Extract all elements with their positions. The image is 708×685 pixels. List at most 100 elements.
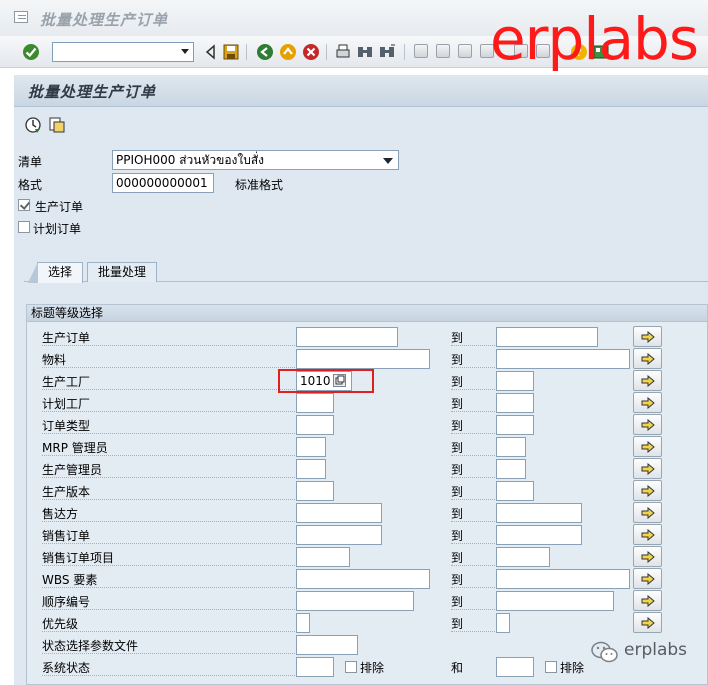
from-input[interactable] bbox=[296, 459, 326, 479]
to-label: 到 bbox=[451, 375, 464, 389]
multiple-selection-button[interactable] bbox=[633, 502, 662, 523]
planned-order-checkbox[interactable] bbox=[18, 221, 30, 233]
multiple-selection-button[interactable] bbox=[633, 612, 662, 633]
to-input[interactable] bbox=[496, 437, 526, 457]
to-input[interactable] bbox=[496, 591, 614, 611]
system-status-input-2[interactable] bbox=[496, 657, 534, 677]
from-input[interactable] bbox=[296, 525, 382, 545]
exclude-checkbox-2[interactable] bbox=[545, 661, 557, 673]
row-underline bbox=[42, 455, 295, 456]
multiple-selection-button[interactable] bbox=[633, 436, 662, 457]
command-field[interactable] bbox=[52, 42, 194, 62]
row-label: 计划工厂 bbox=[42, 397, 91, 411]
wechat-icon bbox=[591, 641, 618, 663]
multiple-selection-button[interactable] bbox=[633, 546, 662, 567]
layout-description: 标准格式 bbox=[235, 178, 284, 192]
multiple-selection-button[interactable] bbox=[633, 392, 662, 413]
row-underline bbox=[42, 609, 295, 610]
to-input[interactable] bbox=[496, 503, 582, 523]
to-input[interactable] bbox=[496, 525, 582, 545]
row-label: 销售订单 bbox=[42, 529, 91, 543]
row-wbs-element: WBS 要素 到 bbox=[27, 568, 707, 590]
to-input[interactable] bbox=[496, 371, 534, 391]
tab-mass-processing[interactable]: 批量处理 bbox=[87, 262, 158, 282]
multiple-selection-button[interactable] bbox=[633, 480, 662, 501]
save-icon[interactable] bbox=[222, 43, 240, 61]
exclude-checkbox[interactable] bbox=[345, 661, 357, 673]
to-input[interactable] bbox=[496, 415, 534, 435]
row-underline bbox=[42, 477, 295, 478]
to-input[interactable] bbox=[496, 349, 630, 369]
from-input[interactable] bbox=[296, 437, 326, 457]
status-profile-input[interactable] bbox=[296, 635, 358, 655]
next-page-icon[interactable] bbox=[458, 44, 472, 58]
group-title: 标题等级选择 bbox=[27, 305, 707, 322]
from-input[interactable] bbox=[296, 415, 334, 435]
from-input[interactable] bbox=[296, 349, 430, 369]
production-order-checkbox-label: 生产订单 bbox=[35, 200, 84, 214]
multiple-selection-button[interactable] bbox=[633, 370, 662, 391]
green-back-icon[interactable] bbox=[256, 43, 274, 61]
prev-page-icon[interactable] bbox=[436, 44, 450, 58]
multiple-selection-button[interactable] bbox=[633, 568, 662, 589]
row-underline bbox=[42, 653, 295, 654]
find-icon[interactable] bbox=[356, 43, 374, 61]
enter-icon[interactable] bbox=[22, 43, 40, 61]
execute-icon[interactable] bbox=[24, 116, 42, 134]
from-input[interactable] bbox=[296, 613, 310, 633]
wechat-watermark-text: erplabs bbox=[624, 640, 688, 660]
layout-input[interactable]: 000000000001 bbox=[112, 173, 214, 193]
find-next-icon[interactable] bbox=[378, 43, 396, 61]
arrow-right-icon bbox=[641, 551, 655, 563]
print-icon[interactable] bbox=[334, 43, 352, 61]
row-sequence-number: 顺序编号 到 bbox=[27, 590, 707, 612]
from-input[interactable] bbox=[296, 327, 398, 347]
multiple-selection-button[interactable] bbox=[633, 326, 662, 347]
row-underline bbox=[42, 543, 295, 544]
to-input[interactable] bbox=[496, 459, 526, 479]
row-label: 生产版本 bbox=[42, 485, 91, 499]
production-order-checkbox[interactable] bbox=[18, 199, 30, 211]
chevron-down-icon[interactable] bbox=[181, 49, 189, 54]
from-input[interactable] bbox=[296, 481, 334, 501]
toolbar-separator bbox=[404, 44, 405, 60]
exit-icon[interactable] bbox=[279, 43, 297, 61]
to-underline bbox=[451, 433, 495, 434]
back-arrow-icon[interactable] bbox=[202, 43, 220, 61]
row-underline bbox=[42, 521, 295, 522]
row-production-supervisor: 生产管理员 到 bbox=[27, 458, 707, 480]
from-input[interactable] bbox=[296, 393, 334, 413]
arrow-right-icon bbox=[641, 353, 655, 365]
multiple-selection-button[interactable] bbox=[633, 590, 662, 611]
from-input[interactable] bbox=[296, 591, 414, 611]
row-mrp-controller: MRP 管理员 到 bbox=[27, 436, 707, 458]
from-input[interactable] bbox=[296, 569, 430, 589]
arrow-right-icon bbox=[641, 485, 655, 497]
highlight-box bbox=[278, 369, 374, 393]
first-page-icon[interactable] bbox=[414, 44, 428, 58]
from-input[interactable] bbox=[296, 547, 350, 567]
list-dropdown[interactable]: PPIOH000 ส่วนหัวของใบสั่ง bbox=[112, 150, 399, 170]
to-input[interactable] bbox=[496, 393, 534, 413]
list-label: 清单 bbox=[18, 155, 43, 169]
to-input[interactable] bbox=[496, 613, 510, 633]
multiple-selection-button[interactable] bbox=[633, 414, 662, 435]
to-input[interactable] bbox=[496, 327, 598, 347]
to-input[interactable] bbox=[496, 547, 550, 567]
arrow-right-icon bbox=[641, 595, 655, 607]
to-label: 到 bbox=[451, 551, 464, 565]
tab-selection[interactable]: 选择 bbox=[27, 262, 84, 283]
row-label: MRP 管理员 bbox=[42, 441, 108, 455]
from-input[interactable] bbox=[296, 503, 382, 523]
get-variant-icon[interactable] bbox=[48, 116, 66, 134]
multiple-selection-button[interactable] bbox=[633, 348, 662, 369]
multiple-selection-button[interactable] bbox=[633, 524, 662, 545]
cancel-icon[interactable] bbox=[302, 43, 320, 61]
system-status-input[interactable] bbox=[296, 657, 334, 677]
chevron-down-icon[interactable] bbox=[383, 158, 393, 164]
to-input[interactable] bbox=[496, 481, 534, 501]
row-label: 售达方 bbox=[42, 507, 79, 521]
menu-icon[interactable] bbox=[14, 11, 28, 23]
multiple-selection-button[interactable] bbox=[633, 458, 662, 479]
to-input[interactable] bbox=[496, 569, 630, 589]
